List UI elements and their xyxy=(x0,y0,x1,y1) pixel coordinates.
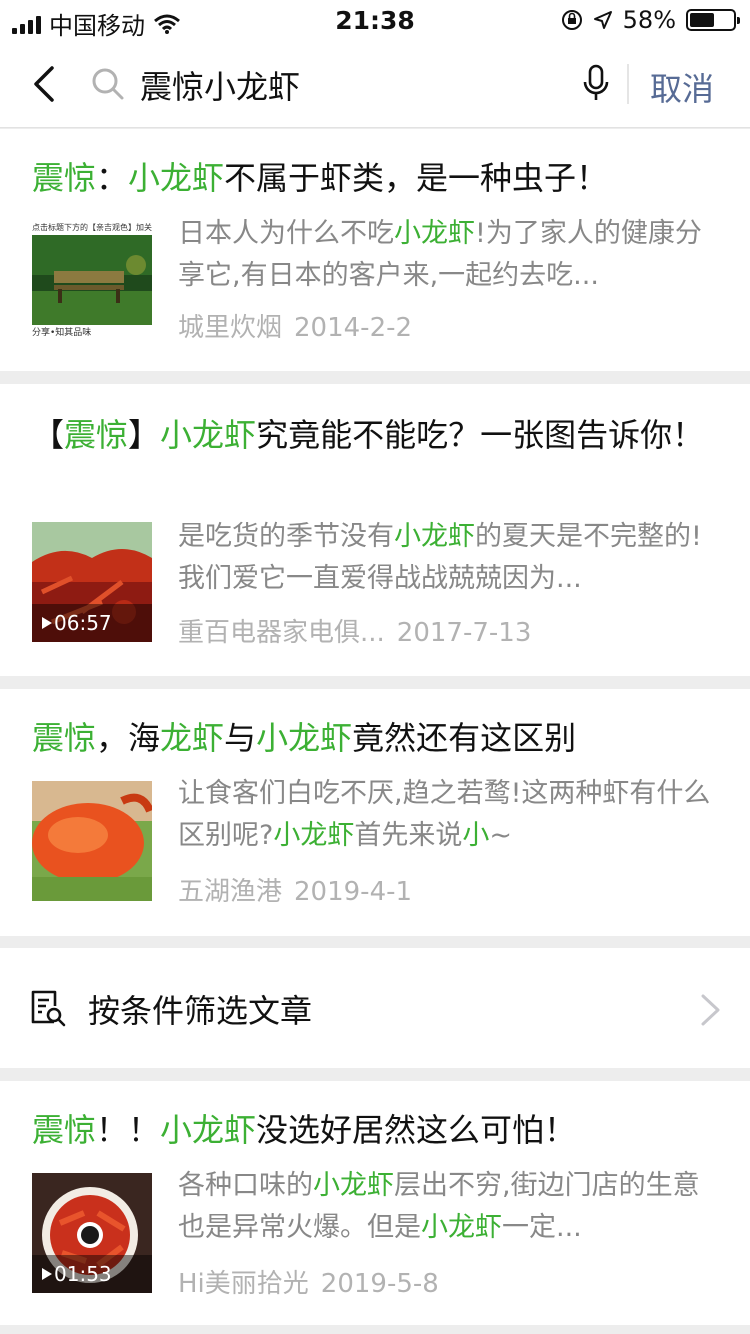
park-bench-image xyxy=(32,221,152,341)
highlighted-keyword: 小龙虾 xyxy=(273,820,355,851)
result-description: 让食客们白吃不厌,趋之若鹜!这两种虾有什么区别呢?小龙虾首先来说小~ xyxy=(178,773,718,857)
result-source: 城里炊烟 xyxy=(178,313,283,343)
highlighted-keyword: 小龙虾 xyxy=(160,1111,257,1149)
text-fragment: 没选好居然这么可怕！ xyxy=(256,1111,577,1149)
text-fragment: 【 xyxy=(32,416,65,454)
result-date: 2019-5-8 xyxy=(320,1269,439,1299)
highlighted-keyword: 小龙虾 xyxy=(394,521,475,552)
result-description: 各种口味的小龙虾层出不穷,街边门店的生意也是异常火爆。但是小龙虾一定... xyxy=(178,1165,718,1249)
highlighted-keyword: 小龙虾 xyxy=(313,1170,394,1201)
text-fragment: ！！ xyxy=(96,1111,161,1149)
result-card-2[interactable]: 【震惊】小龙虾究竟能不能吃？一张图告诉你！ 06:57 是吃货的季节没有小龙虾的… xyxy=(0,384,750,676)
text-fragment: 首先来说 xyxy=(354,820,463,851)
result-meta: 五湖渔港 2019-4-1 xyxy=(178,871,412,908)
search-bar: 震惊小龙虾 取消 xyxy=(0,40,750,128)
result-description: 日本人为什么不吃小龙虾!为了家人的健康分享它,有日本的客户来,一起约去吃... xyxy=(178,213,718,297)
text-fragment: 竟然还有这区别 xyxy=(352,719,577,757)
highlighted-keyword: 震惊 xyxy=(32,159,97,197)
microphone-icon[interactable] xyxy=(582,64,610,104)
filter-articles-row[interactable]: 按条件筛选文章 xyxy=(0,948,750,1068)
result-card-3[interactable]: 震惊，海龙虾与小龙虾竟然还有这区别 让食客们白吃不厌,趋之若鹜!这两种虾有什么区… xyxy=(0,689,750,936)
result-title[interactable]: 震惊：小龙虾不属于虾类，是一种虫子！ xyxy=(32,155,718,201)
text-fragment: 是吃货的季节没有 xyxy=(178,521,394,552)
text-fragment: 各种口味的 xyxy=(178,1170,313,1201)
result-meta: Hi美丽拾光 2019-5-8 xyxy=(178,1263,439,1300)
highlighted-keyword: 小龙虾 xyxy=(128,159,225,197)
result-thumbnail: 01:53 xyxy=(32,1173,152,1293)
video-duration: 06:57 xyxy=(32,604,152,642)
highlighted-keyword: 震惊 xyxy=(32,1111,97,1149)
result-source: 五湖渔港 xyxy=(178,877,283,907)
result-title[interactable]: 【震惊】小龙虾究竟能不能吃？一张图告诉你！ xyxy=(32,412,718,458)
highlighted-keyword: 震惊 xyxy=(64,416,129,454)
filter-document-icon xyxy=(31,990,66,1027)
highlighted-keyword: 小 xyxy=(462,820,490,851)
lobster-image xyxy=(32,781,152,901)
orientation-lock-icon xyxy=(561,10,582,30)
battery-level xyxy=(690,13,715,27)
status-bar: 中国移动 21:38 58% xyxy=(0,0,750,40)
text-fragment: 日本人为什么不吃 xyxy=(178,218,394,249)
text-fragment: ~ xyxy=(489,820,512,851)
location-arrow-icon xyxy=(593,11,612,29)
result-title[interactable]: 震惊，海龙虾与小龙虾竟然还有这区别 xyxy=(32,715,718,761)
highlighted-keyword: 小龙虾 xyxy=(421,1212,502,1243)
result-thumbnail xyxy=(32,781,152,901)
result-description: 是吃货的季节没有小龙虾的夏天是不完整的!我们爱它一直爱得战战兢兢因为... xyxy=(178,516,718,600)
battery-percent: 58% xyxy=(622,6,676,34)
thumbnail-footer: 分享•知其品味 xyxy=(32,328,92,338)
result-card-4[interactable]: 震惊！！小龙虾没选好居然这么可怕！ 01:53 各种口味的小龙虾层出不穷,街边门… xyxy=(0,1081,750,1325)
result-meta: 城里炊烟 2014-2-2 xyxy=(178,307,412,344)
result-source: Hi美丽拾光 xyxy=(178,1269,309,1299)
result-date: 2019-4-1 xyxy=(294,877,413,907)
text-fragment: 】 xyxy=(128,416,161,454)
text-fragment: 与 xyxy=(224,719,257,757)
result-source: 重百电器家电俱... xyxy=(178,618,385,648)
result-date: 2017-7-13 xyxy=(396,618,532,648)
video-duration: 01:53 xyxy=(32,1255,152,1293)
result-title[interactable]: 震惊！！小龙虾没选好居然这么可怕！ xyxy=(32,1107,718,1153)
result-thumbnail: 点击标题下方的【亲吉观色】加关注 分享•知其品味 xyxy=(32,221,152,341)
text-fragment: ，海 xyxy=(96,719,161,757)
result-meta: 重百电器家电俱... 2017-7-13 xyxy=(178,612,531,649)
text-fragment: 究竟能不能吃？一张图告诉你！ xyxy=(256,416,705,454)
battery-icon xyxy=(686,9,740,31)
thumbnail-banner: 点击标题下方的【亲吉观色】加关注 xyxy=(32,223,152,232)
highlighted-keyword: 小龙虾 xyxy=(394,218,475,249)
back-arrow-icon[interactable] xyxy=(28,64,68,104)
cancel-button[interactable]: 取消 xyxy=(650,64,714,110)
highlighted-keyword: 小龙虾 xyxy=(256,719,353,757)
text-fragment: ： xyxy=(96,159,129,197)
highlighted-keyword: 龙虾 xyxy=(160,719,225,757)
result-card-1[interactable]: 震惊：小龙虾不属于虾类，是一种虫子！ 点击标题下方的【亲吉观色】加关注 分享•知… xyxy=(0,129,750,371)
text-fragment: 一定... xyxy=(502,1212,582,1243)
filter-label: 按条件筛选文章 xyxy=(88,992,313,1030)
highlighted-keyword: 小龙虾 xyxy=(160,416,257,454)
search-input[interactable]: 震惊小龙虾 xyxy=(140,62,300,108)
result-thumbnail: 06:57 xyxy=(32,522,152,642)
chevron-right-icon xyxy=(701,994,720,1026)
result-date: 2014-2-2 xyxy=(294,313,413,343)
status-right: 58% xyxy=(561,6,740,34)
text-fragment: 不属于虾类，是一种虫子！ xyxy=(224,159,609,197)
search-divider xyxy=(627,64,629,104)
search-icon xyxy=(92,68,124,100)
highlighted-keyword: 震惊 xyxy=(32,719,97,757)
